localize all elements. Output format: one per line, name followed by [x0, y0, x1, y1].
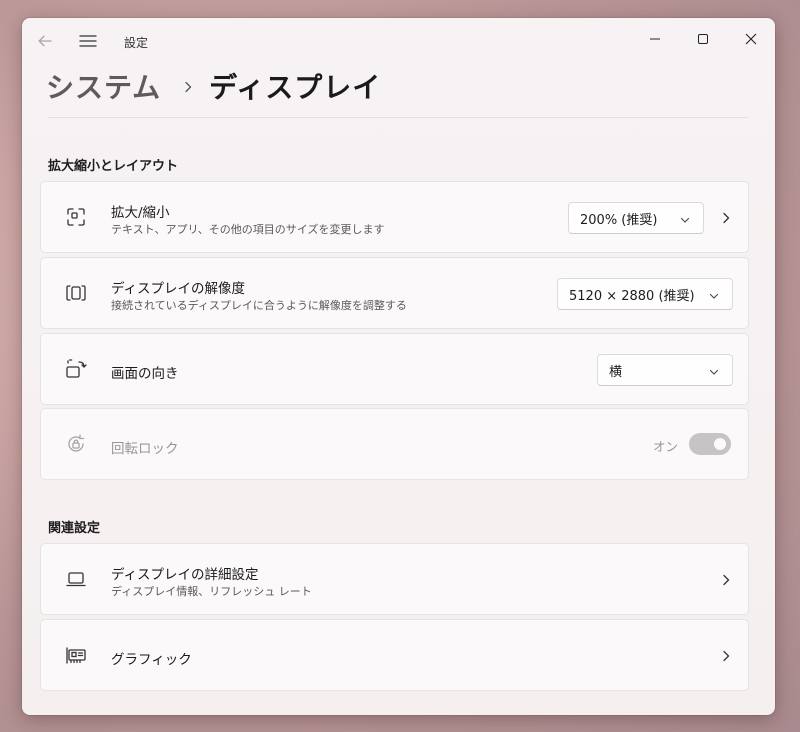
window-title: 設定 [124, 36, 149, 50]
chevron-right-icon[interactable] [719, 210, 733, 224]
orientation-dropdown[interactable]: 横 [597, 354, 733, 386]
maximize-icon [698, 34, 708, 44]
maximize-button[interactable] [680, 24, 726, 54]
laptop-icon [65, 568, 87, 590]
orientation-icon [65, 358, 87, 380]
resolution-icon [65, 282, 87, 304]
resolution-dropdown[interactable]: 5120 × 2880 (推奨) [557, 278, 733, 310]
graphics-label: グラフィック [111, 652, 192, 668]
resolution-value: 5120 × 2880 (推奨) [569, 288, 695, 304]
rotation-lock-label: 回転ロック [111, 441, 179, 457]
rotation-lock-icon [65, 433, 87, 455]
breadcrumb-parent[interactable]: システム [46, 66, 161, 106]
title-bar: 設定 [22, 18, 775, 58]
rotation-lock-card: 回転ロック オン [40, 408, 749, 480]
hamburger-menu-icon[interactable] [78, 32, 98, 50]
close-button[interactable] [728, 24, 774, 54]
chevron-down-icon [680, 214, 690, 224]
advanced-display-card[interactable]: ディスプレイの詳細設定 ディスプレイ情報、リフレッシュ レート [40, 543, 749, 615]
chevron-right-icon [719, 572, 733, 586]
resolution-label: ディスプレイの解像度 [111, 281, 246, 297]
minimize-button[interactable] [632, 24, 678, 54]
toggle-knob [714, 438, 726, 450]
advanced-display-description: ディスプレイ情報、リフレッシュ レート [111, 585, 312, 598]
rotation-lock-toggle [689, 433, 731, 455]
scale-value: 200% (推奨) [580, 212, 658, 228]
chevron-right-icon [181, 79, 195, 93]
orientation-label: 画面の向き [111, 366, 179, 382]
resolution-description: 接続されているディスプレイに合うように解像度を調整する [111, 299, 407, 312]
scale-description: テキスト、アプリ、その他の項目のサイズを変更します [111, 223, 385, 236]
chevron-down-icon [709, 290, 719, 300]
orientation-card: 画面の向き 横 [40, 333, 749, 405]
chevron-right-icon [719, 648, 733, 662]
chevron-down-icon [709, 366, 719, 376]
scale-icon [65, 206, 87, 228]
rotation-lock-state: オン [653, 439, 679, 454]
breadcrumb: システム ディスプレイ [46, 66, 381, 106]
divider [48, 117, 748, 118]
section-title-related: 関連設定 [48, 521, 101, 536]
graphics-card[interactable]: グラフィック [40, 619, 749, 691]
close-icon [745, 33, 757, 45]
scale-card[interactable]: 拡大/縮小 テキスト、アプリ、その他の項目のサイズを変更します 200% (推奨… [40, 181, 749, 253]
advanced-display-label: ディスプレイの詳細設定 [111, 567, 259, 583]
back-arrow-icon[interactable] [36, 32, 54, 50]
graphics-card-icon [65, 644, 87, 666]
scale-label: 拡大/縮小 [111, 205, 170, 221]
scale-dropdown[interactable]: 200% (推奨) [568, 202, 704, 234]
page-title: ディスプレイ [209, 71, 382, 104]
orientation-value: 横 [609, 364, 623, 380]
settings-window: 設定 システム ディスプレイ 拡大縮小とレイアウト 拡大/縮小 テキスト、アプリ… [22, 18, 775, 715]
section-title-scale-layout: 拡大縮小とレイアウト [48, 159, 179, 174]
minimize-icon [650, 38, 660, 40]
resolution-card: ディスプレイの解像度 接続されているディスプレイに合うように解像度を調整する 5… [40, 257, 749, 329]
